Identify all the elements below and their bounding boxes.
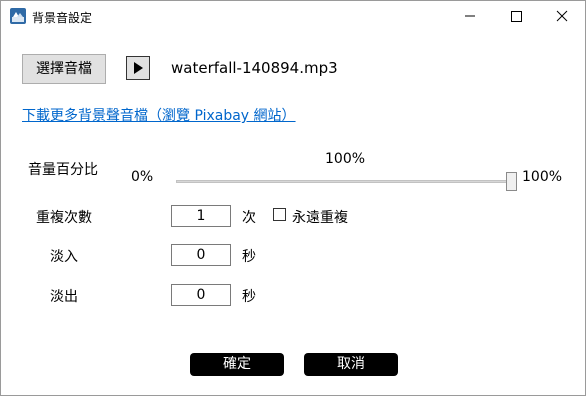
volume-current-label: 100% [325,151,366,167]
minimize-button[interactable] [447,1,493,31]
fade-in-input[interactable]: 0 [171,244,231,266]
repeat-unit: 次 [242,210,256,226]
volume-label: 音量百分比 [28,162,98,178]
choose-audio-button[interactable]: 選擇音檔 [22,54,106,84]
volume-max-label: 100% [522,169,563,185]
cancel-button[interactable]: 取消 [304,353,398,376]
repeat-count-input[interactable]: 1 [171,205,231,227]
repeat-count-label: 重複次數 [36,210,92,226]
minimize-icon [465,15,475,17]
ok-button[interactable]: 確定 [190,353,284,376]
fade-out-unit: 秒 [242,289,256,305]
volume-slider-track[interactable] [176,180,514,183]
fade-in-label: 淡入 [50,249,78,265]
close-icon [556,10,568,22]
window-title: 背景音設定 [32,11,93,25]
fade-out-label: 淡出 [50,289,78,305]
volume-slider-thumb[interactable] [506,172,517,191]
repeat-forever-label[interactable]: 永遠重複 [292,207,348,227]
play-button[interactable] [126,56,150,80]
download-more-link[interactable]: 下載更多背景聲音檔（瀏覽 Pixabay 網站） [22,105,296,125]
maximize-button[interactable] [493,1,539,31]
audio-filename: waterfall-140894.mp3 [171,59,338,77]
repeat-forever-checkbox[interactable] [273,208,286,221]
volume-min-label: 0% [131,169,154,185]
settings-window: 背景音設定 選擇音檔 waterfall-140894.mp3 下載更多背景聲音… [0,0,586,396]
close-button[interactable] [539,1,585,31]
fade-in-unit: 秒 [242,249,256,265]
maximize-icon [511,11,522,22]
play-icon [134,62,143,74]
title-bar: 背景音設定 [1,1,585,31]
app-icon [10,8,26,24]
fade-out-input[interactable]: 0 [171,284,231,306]
